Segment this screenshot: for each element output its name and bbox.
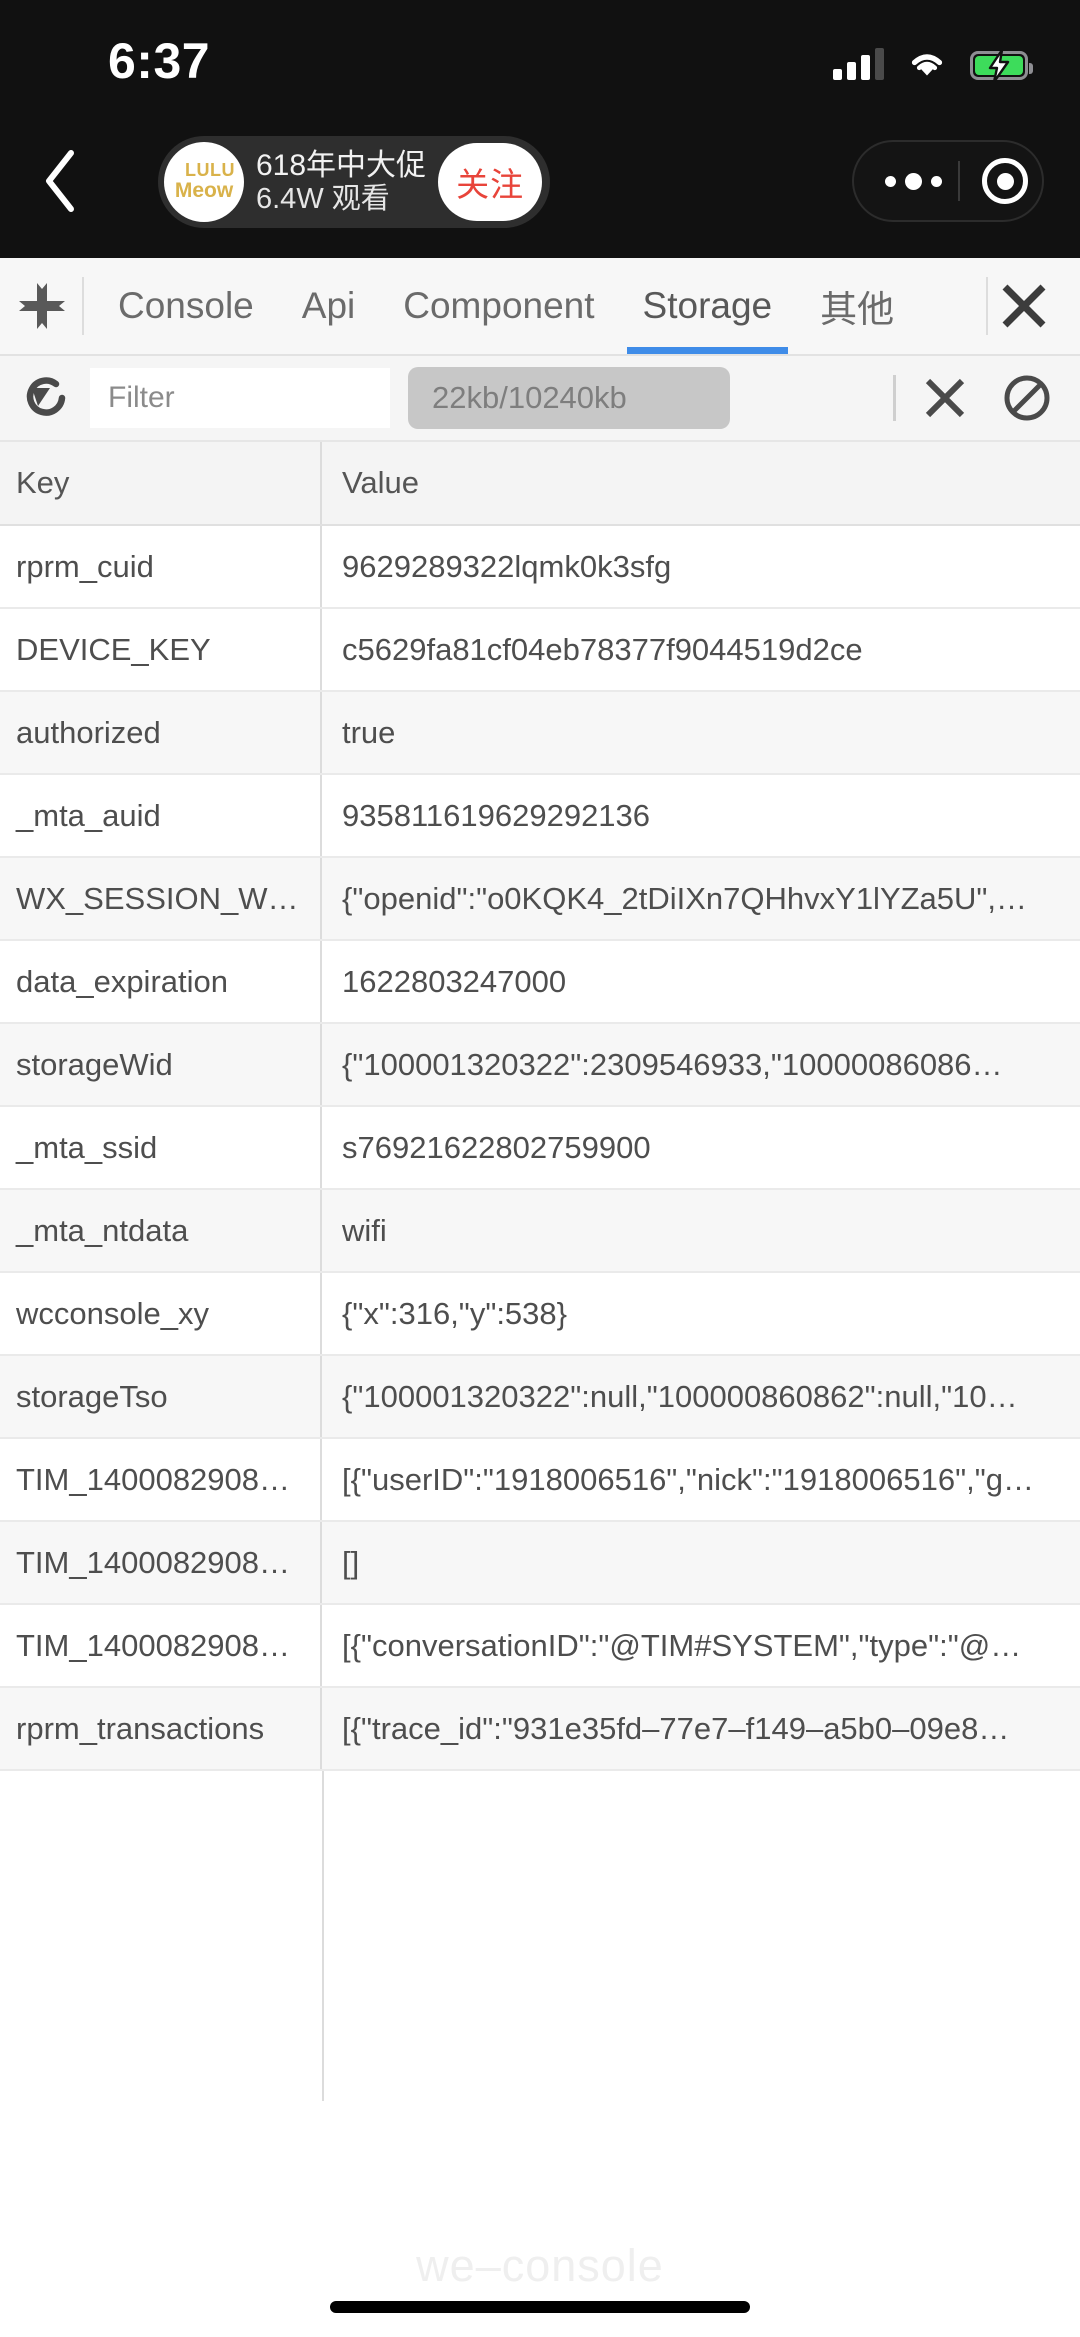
row-value: [{"conversationID":"@TIM#SYSTEM","type":… — [342, 1627, 1022, 1663]
battery-charging-icon — [970, 49, 1033, 82]
row-key: rprm_cuid — [0, 526, 322, 607]
storage-size-badge: 22kb/10240kb — [408, 367, 730, 429]
back-chevron-icon[interactable] — [38, 148, 82, 214]
row-value: {"100001320322":null,"100000860862":null… — [342, 1378, 1018, 1414]
column-header-key: Key — [0, 442, 322, 524]
row-key: data_expiration — [0, 941, 322, 1022]
avatar-label-bottom: Meow — [174, 179, 234, 203]
row-key: _mta_ntdata — [0, 1190, 322, 1271]
live-stream-banner: LULU Meow 618年中大促 6.4W 观看 关注 — [0, 126, 1080, 236]
column-header-value: Value — [342, 465, 419, 500]
row-value: s76921622802759900 — [342, 1129, 651, 1165]
home-indicator — [330, 2301, 750, 2313]
tab-other[interactable]: 其他 — [796, 258, 918, 354]
target-circle-icon[interactable] — [982, 158, 1028, 204]
avatar: LULU Meow — [164, 142, 244, 222]
wifi-icon — [911, 54, 943, 76]
avatar-label-top: LULU — [185, 160, 235, 181]
row-value: [{"trace_id":"931e35fd–77e7–f149–a5b0–09… — [342, 1710, 1010, 1746]
miniprogram-capsule[interactable] — [852, 140, 1044, 222]
table-row[interactable]: TIM_1400082908… [] — [0, 1522, 1080, 1605]
devtools-tabs: Console Api Component Storage 其他 — [94, 258, 976, 354]
row-key: storageWid — [0, 1024, 322, 1105]
devtools-panel: Console Api Component Storage 其他 22kb/10… — [0, 258, 1080, 2337]
table-row[interactable]: _mta_ssid s76921622802759900 — [0, 1107, 1080, 1190]
table-row[interactable]: _mta_ntdata wifi — [0, 1190, 1080, 1273]
tabbar-divider-right — [986, 277, 988, 335]
clear-all-icon[interactable] — [1002, 373, 1052, 423]
console-watermark: we–console — [416, 2240, 664, 2291]
live-stream-viewers: 6.4W 观看 — [256, 183, 390, 216]
table-row[interactable]: storageTso {"100001320322":null,"1000008… — [0, 1356, 1080, 1439]
status-bar-clock: 6:37 — [108, 33, 211, 89]
row-key: rprm_transactions — [0, 1688, 322, 1769]
row-value: 1622803247000 — [342, 963, 567, 999]
table-row[interactable]: storageWid {"100001320322":2309546933,"1… — [0, 1024, 1080, 1107]
tab-console[interactable]: Console — [94, 258, 278, 354]
row-value: [] — [342, 1544, 360, 1580]
more-dots-icon[interactable] — [868, 172, 958, 190]
live-stream-info: 618年中大促 6.4W 观看 — [256, 150, 426, 215]
row-value: wifi — [342, 1212, 387, 1248]
tab-label: Api — [301, 285, 356, 326]
table-row[interactable]: DEVICE_KEY c5629fa81cf04eb78377f9044519d… — [0, 609, 1080, 692]
live-stream-title: 618年中大促 — [256, 148, 427, 182]
row-key: WX_SESSION_W… — [0, 858, 322, 939]
dark-header-region: 6:37 LULU Meow 618年中大促 6.4W 观看 关注 — [0, 0, 1080, 258]
row-value: {"100001320322":2309546933,"10000086086… — [342, 1046, 1003, 1082]
close-icon[interactable] — [998, 280, 1050, 332]
live-stream-pill[interactable]: LULU Meow 618年中大促 6.4W 观看 关注 — [158, 136, 551, 228]
row-key: authorized — [0, 692, 322, 773]
row-key: TIM_1400082908… — [0, 1605, 322, 1686]
phone-screen: 6:37 LULU Meow 618年中大促 6.4W 观看 关注 Consol… — [0, 0, 1080, 2337]
row-value: {"openid":"o0KQK4_2tDiIXn7QHhvxY1lYZa5U"… — [342, 880, 1028, 916]
table-row[interactable]: TIM_1400082908… [{"conversationID":"@TIM… — [0, 1605, 1080, 1688]
table-row[interactable]: WX_SESSION_W… {"openid":"o0KQK4_2tDiIXn7… — [0, 858, 1080, 941]
table-row[interactable]: data_expiration 1622803247000 — [0, 941, 1080, 1024]
devtools-tabbar: Console Api Component Storage 其他 — [0, 258, 1080, 356]
tab-component[interactable]: Component — [379, 258, 618, 354]
table-row[interactable]: TIM_1400082908… [{"userID":"1918006516",… — [0, 1439, 1080, 1522]
row-key: TIM_1400082908… — [0, 1439, 322, 1520]
row-key: storageTso — [0, 1356, 322, 1437]
capsule-divider — [958, 161, 960, 201]
tab-label: Storage — [642, 285, 773, 326]
table-column-divider — [322, 1771, 324, 2101]
table-header-row: Key Value — [0, 442, 1080, 526]
refresh-icon[interactable] — [22, 372, 74, 424]
row-key: _mta_ssid — [0, 1107, 322, 1188]
signal-bars-icon — [833, 48, 884, 80]
toolbar-divider — [893, 375, 896, 421]
status-bar: 6:37 — [0, 0, 1080, 120]
table-row[interactable]: rprm_cuid 9629289322lqmk0k3sfg — [0, 526, 1080, 609]
tab-label: 其他 — [820, 289, 895, 330]
row-key: TIM_1400082908… — [0, 1522, 322, 1603]
tab-api[interactable]: Api — [278, 258, 379, 354]
row-key: _mta_auid — [0, 775, 322, 856]
table-row[interactable]: authorized true — [0, 692, 1080, 775]
table-row[interactable]: wcconsole_xy {"x":316,"y":538} — [0, 1273, 1080, 1356]
row-value: [{"userID":"1918006516","nick":"19180065… — [342, 1461, 1034, 1497]
tab-label: Console — [118, 285, 254, 326]
table-row[interactable]: _mta_auid 935811619629292136 — [0, 775, 1080, 858]
move-handle-icon[interactable] — [12, 276, 72, 336]
tabbar-divider — [82, 277, 84, 335]
row-value: 9629289322lqmk0k3sfg — [342, 548, 672, 584]
row-key: wcconsole_xy — [0, 1273, 322, 1354]
table-row[interactable]: rprm_transactions [{"trace_id":"931e35fd… — [0, 1688, 1080, 1771]
row-key: DEVICE_KEY — [0, 609, 322, 690]
clear-filter-icon[interactable] — [922, 375, 968, 421]
tab-storage[interactable]: Storage — [619, 258, 797, 354]
row-value: c5629fa81cf04eb78377f9044519d2ce — [342, 631, 863, 667]
table-empty-area — [0, 1771, 1080, 2101]
row-value: {"x":316,"y":538} — [342, 1295, 568, 1331]
follow-button[interactable]: 关注 — [438, 143, 543, 221]
storage-table: Key Value rprm_cuid 9629289322lqmk0k3sfg… — [0, 442, 1080, 2101]
filter-input[interactable] — [90, 368, 390, 428]
storage-toolbar: 22kb/10240kb — [0, 356, 1080, 442]
tab-label: Component — [403, 285, 595, 326]
status-bar-indicators — [833, 40, 1033, 82]
row-value: true — [342, 714, 396, 750]
row-value: 935811619629292136 — [342, 797, 651, 833]
